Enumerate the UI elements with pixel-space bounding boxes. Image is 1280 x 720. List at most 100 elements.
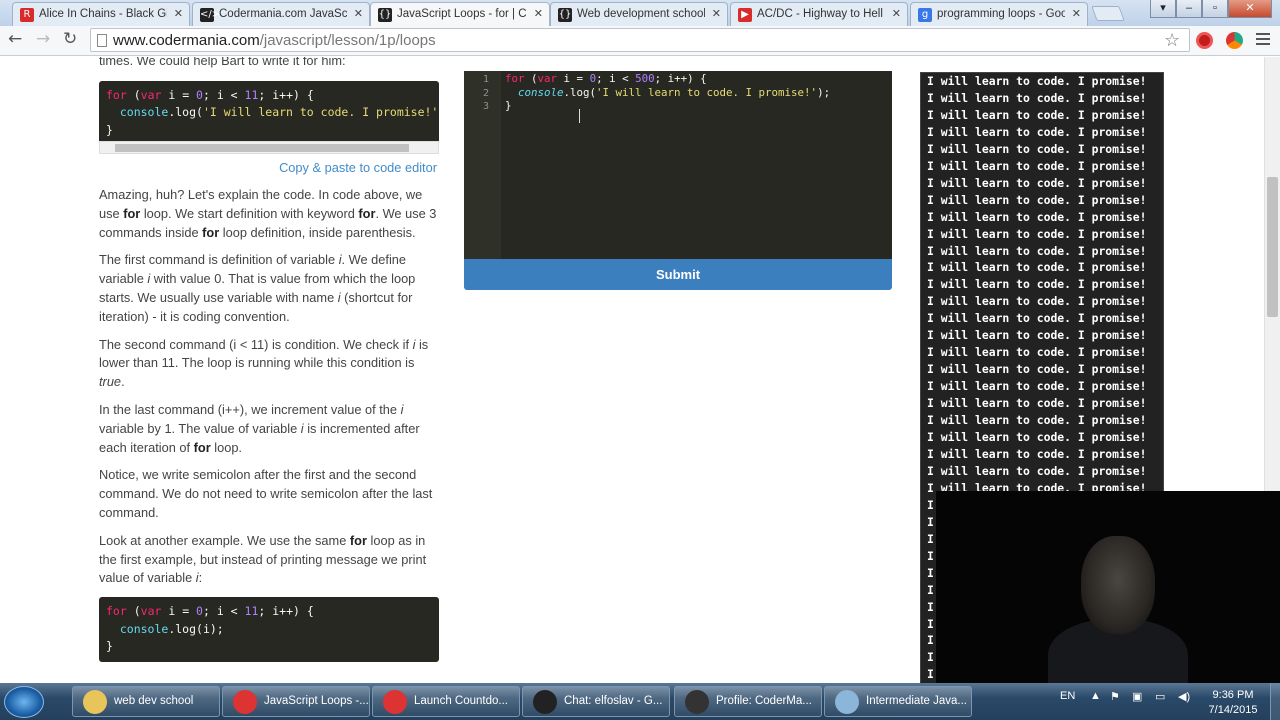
url-path: /javascript/lesson/1p/loops <box>259 32 436 49</box>
console-line: I will learn to code. I promise! <box>927 124 1147 139</box>
close-tab-icon[interactable]: ✕ <box>892 7 901 20</box>
code-favicon-icon: </> <box>200 8 221 22</box>
console-line: I will learn to code. I promise! <box>927 260 1147 275</box>
text-segment: for <box>193 439 211 455</box>
volume-icon[interactable]: ◀) <box>1178 690 1190 703</box>
paragraph-last-command: In the last command (i++), we increment … <box>99 401 439 457</box>
editor-line[interactable]: } <box>505 99 830 113</box>
console-line: I will learn to code. I promise! <box>927 379 1147 394</box>
console-line: I will learn to code. I promise! <box>927 463 1147 478</box>
console-line: I will learn to code. I promise! <box>927 141 1147 156</box>
tab-5[interactable]: ▶ AC/DC - Highway to Hell ✕ <box>730 2 908 26</box>
close-tab-icon[interactable]: ✕ <box>534 7 543 20</box>
editor-code[interactable]: for (var i = 0; i < 500; i++) { console.… <box>505 72 830 113</box>
tab-3[interactable]: {} JavaScript Loops - for | Co ✕ <box>370 2 550 27</box>
flag-icon[interactable]: ⚑ <box>1110 690 1120 703</box>
forward-arrow-icon[interactable]: → <box>36 29 50 49</box>
clock[interactable]: 9:36 PM 7/14/2015 <box>1198 688 1268 718</box>
text-cursor-icon <box>579 109 580 123</box>
close-window-button[interactable]: ✕ <box>1228 0 1272 18</box>
reload-icon[interactable]: ↻ <box>63 29 77 49</box>
google-icon: g <box>918 8 932 22</box>
close-tab-icon[interactable]: ✕ <box>1072 7 1081 20</box>
console-line: I will learn to code. I promise! <box>927 90 1147 105</box>
taskbar-item-label: Intermediate Java... <box>866 695 967 707</box>
taskbar-item-label: Chat: elfoslav - G... <box>564 695 663 707</box>
text-segment: The first command is definition of varia… <box>99 252 339 268</box>
show-desktop-button[interactable] <box>1270 683 1280 720</box>
editor-line[interactable]: for (var i = 0; i < 500; i++) { <box>505 72 830 86</box>
console-line: I will learn to code. I promise! <box>927 192 1147 207</box>
taskbar-item-label: Profile: CoderMa... <box>716 695 812 707</box>
obs-icon <box>685 690 709 714</box>
bookmark-star-icon[interactable]: ☆ <box>1164 30 1180 51</box>
tab-title: JavaScript Loops - for | Co <box>397 8 527 20</box>
tab-4[interactable]: {} Web development school ✕ <box>550 2 728 26</box>
text-segment: loop. We start definition with keyword <box>140 205 359 221</box>
network-icon[interactable]: ▭ <box>1155 690 1165 703</box>
copy-to-editor-link[interactable]: Copy & paste to code editor <box>99 159 437 178</box>
minimize-button[interactable]: – <box>1176 0 1202 18</box>
lesson-article: times. We could help Bart to write it fo… <box>99 57 439 662</box>
code-line: for (var i = 0; i < 11; i++) { <box>106 87 314 102</box>
folder-icon <box>83 690 107 714</box>
console-line: I will learn to code. I promise! <box>927 294 1147 309</box>
extension-chrome-icon[interactable] <box>1226 32 1243 49</box>
maximize-button[interactable]: ▫ <box>1202 0 1228 18</box>
code-example-2: for (var i = 0; i < 11; i++) { console.l… <box>99 597 439 662</box>
extension-opera-icon[interactable] <box>1196 32 1213 49</box>
console-line: I will learn to code. I promise! <box>927 277 1147 292</box>
console-line: I will learn to code. I promise! <box>927 362 1147 377</box>
taskbar-item[interactable]: Launch Countdo... <box>372 686 520 717</box>
device-icon[interactable]: ▣ <box>1132 690 1142 703</box>
line-number: 3 <box>482 101 489 112</box>
code-app-icon <box>533 690 557 714</box>
code-scrollbar[interactable] <box>99 141 439 155</box>
taskbar-item[interactable]: Profile: CoderMa... <box>674 686 822 717</box>
webcam-overlay <box>936 491 1280 683</box>
braces-favicon-icon: {} <box>378 8 392 22</box>
taskbar-item[interactable]: Intermediate Java... <box>824 686 972 717</box>
taskbar-item[interactable]: Chat: elfoslav - G... <box>522 686 670 717</box>
page-icon <box>97 34 107 47</box>
code-editor[interactable]: 1 2 3 for (var i = 0; i < 500; i++) { cons… <box>464 71 892 259</box>
tab-1[interactable]: R Alice In Chains - Black Giv ✕ <box>12 2 190 26</box>
tab-2[interactable]: </> Codermania.com JavaScri ✕ <box>192 2 370 26</box>
taskbar-item[interactable]: web dev school <box>72 686 220 717</box>
code-line: console.log('I will learn to code. I pro… <box>119 105 439 120</box>
address-bar[interactable]: www.codermania.com/javascript/lesson/1p/… <box>90 28 1190 52</box>
user-icon[interactable]: ▾ <box>1150 0 1176 18</box>
text-segment: for <box>349 532 367 548</box>
new-tab-button[interactable] <box>1091 6 1125 21</box>
text-segment: Look at another example. We use the same <box>99 532 350 548</box>
taskbar-item-label: web dev school <box>114 695 194 707</box>
line-number: 1 <box>482 74 489 85</box>
close-tab-icon[interactable]: ✕ <box>174 7 183 20</box>
console-line: I will learn to code. I promise! <box>927 311 1147 326</box>
console-line: I will learn to code. I promise! <box>927 396 1147 411</box>
text-segment: : <box>198 570 203 586</box>
editor-line[interactable]: console.log('I will learn to code. I pro… <box>505 86 830 100</box>
close-tab-icon[interactable]: ✕ <box>712 7 721 20</box>
start-button[interactable] <box>4 686 44 718</box>
menu-icon[interactable] <box>1256 33 1270 48</box>
line-numbers: 1 2 3 <box>464 71 501 259</box>
language-indicator[interactable]: EN <box>1060 690 1075 702</box>
code-example-1: for (var i = 0; i < 11; i++) { console.l… <box>99 80 439 142</box>
code-line: for (var i = 0; i < 11; i++) { <box>106 604 314 619</box>
close-tab-icon[interactable]: ✕ <box>354 7 363 20</box>
intro-text: times. We could help Bart to write it fo… <box>99 57 346 68</box>
chrome-icon <box>233 690 257 714</box>
tab-title: Alice In Chains - Black Giv <box>39 8 167 20</box>
console-line: I will learn to code. I promise! <box>927 446 1147 461</box>
paragraph-explain: Amazing, huh? Let's explain the code. In… <box>99 186 439 242</box>
back-arrow-icon[interactable]: ← <box>8 29 22 49</box>
submit-button[interactable]: Submit <box>464 259 892 290</box>
taskbar-item[interactable]: JavaScript Loops -... <box>222 686 370 717</box>
show-hidden-icons-icon[interactable]: ▲ <box>1090 690 1101 702</box>
youtube-icon: ▶ <box>738 8 752 22</box>
tab-6[interactable]: g programming loops - Goo ✕ <box>910 2 1088 26</box>
text-segment: i <box>400 402 404 418</box>
code-line: console.log(i); <box>119 621 224 636</box>
code-line: } <box>106 122 113 137</box>
